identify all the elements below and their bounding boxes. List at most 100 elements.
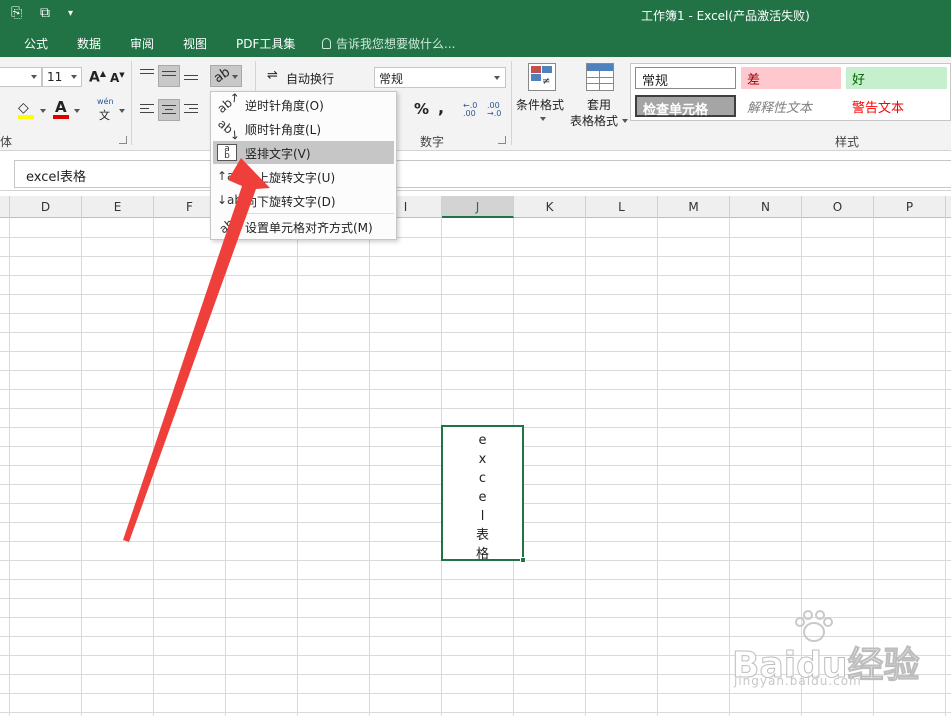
column-header-o[interactable]: O bbox=[802, 196, 874, 218]
align-bottom-icon[interactable] bbox=[184, 75, 198, 87]
grid-row-line bbox=[0, 275, 951, 276]
align-left-icon[interactable] bbox=[140, 104, 154, 116]
conditional-format-label[interactable]: 条件格式 bbox=[516, 96, 564, 113]
format-as-table-label-2[interactable]: 表格格式 bbox=[570, 112, 618, 129]
align-right-icon[interactable] bbox=[184, 104, 198, 116]
tell-me-placeholder: 告诉我您想要做什么... bbox=[336, 37, 456, 51]
column-header-d[interactable]: D bbox=[10, 196, 82, 218]
tab-review[interactable]: 审阅 bbox=[130, 35, 154, 52]
phonetic-guide-char: 文 bbox=[99, 109, 110, 122]
column-header-j[interactable]: J bbox=[442, 196, 514, 218]
menu-separator bbox=[241, 213, 394, 214]
format-as-table-icon[interactable] bbox=[586, 63, 614, 91]
style-explanatory[interactable]: 解释性文本 bbox=[741, 95, 841, 117]
number-format-select[interactable]: 常规 bbox=[374, 67, 506, 88]
align-center-icon[interactable] bbox=[158, 99, 180, 121]
vertical-char: 格 bbox=[475, 547, 489, 562]
conditional-format-icon[interactable]: ≠ bbox=[528, 63, 556, 91]
font-name-select[interactable] bbox=[0, 67, 42, 87]
rotate-up-icon: ↑ab bbox=[217, 169, 243, 183]
decrease-decimal-icon[interactable]: .00 →.0 bbox=[487, 102, 507, 118]
lightbulb-icon bbox=[322, 38, 331, 49]
grid-column-line bbox=[9, 218, 10, 716]
watermark-url: jingyan.baidu.com bbox=[734, 674, 862, 688]
menu-item-rotate-cw[interactable]: ab↘ 顺时针角度(L) bbox=[213, 116, 394, 143]
font-group-label: 体 bbox=[0, 135, 13, 149]
font-color-dropdown-icon[interactable] bbox=[72, 104, 80, 118]
tab-pdf-tools[interactable]: PDF工具集 bbox=[236, 35, 295, 52]
tab-formulas[interactable]: 公式 bbox=[24, 35, 48, 52]
comma-style-button[interactable]: , bbox=[438, 98, 444, 117]
grid-column-line bbox=[297, 218, 298, 716]
number-dialog-launcher-icon[interactable] bbox=[498, 136, 506, 144]
column-header-k[interactable]: K bbox=[514, 196, 586, 218]
style-good[interactable]: 好 bbox=[846, 67, 947, 89]
grow-font-icon[interactable]: A▲ bbox=[89, 69, 106, 86]
grid-column-line bbox=[153, 218, 154, 716]
rotate-ccw-icon: ab↗ bbox=[214, 89, 243, 116]
column-header-l[interactable]: L bbox=[586, 196, 658, 218]
grid-column-line bbox=[585, 218, 586, 716]
font-size-select[interactable]: 11 bbox=[42, 67, 82, 87]
format-alignment-icon: ab bbox=[216, 215, 237, 237]
title-bar: ⎘ ⧉ ▾ 工作簿1 - Excel(产品激活失败) bbox=[0, 0, 951, 29]
vertical-char: e bbox=[478, 490, 487, 505]
copy-icon[interactable]: ⎘ bbox=[11, 5, 22, 21]
format-as-table-label-1[interactable]: 套用 bbox=[587, 96, 611, 113]
ribbon: 11 A▲ A▼ ◇ A wén 文 体 ab ⇌ 自动换行 常规 % , ←.… bbox=[0, 57, 951, 151]
column-header-m[interactable]: M bbox=[658, 196, 730, 218]
column-header-e[interactable]: E bbox=[82, 196, 154, 218]
menu-item-rotate-ccw[interactable]: ab↗ 逆时针角度(O) bbox=[213, 89, 394, 116]
style-normal[interactable]: 常规 bbox=[635, 67, 736, 89]
ribbon-tabs: 公式 数据 审阅 视图 PDF工具集 告诉我您想要做什么... bbox=[0, 29, 951, 57]
column-header-p[interactable]: P bbox=[874, 196, 946, 218]
format-as-table-dropdown-icon[interactable] bbox=[620, 114, 628, 128]
grid-column-line bbox=[729, 218, 730, 716]
menu-item-rotate-down[interactable]: ↓ab 向下旋转文字(D) bbox=[213, 189, 394, 212]
orientation-menu: ab↗ 逆时针角度(O) ab↘ 顺时针角度(L) ab 竖排文字(V) ↑ab… bbox=[210, 89, 397, 240]
grid-row-line bbox=[0, 313, 951, 314]
customize-quick-access-icon[interactable]: ▾ bbox=[68, 8, 73, 19]
menu-item-vertical-text[interactable]: ab 竖排文字(V) bbox=[213, 141, 394, 164]
grid-row-line bbox=[0, 579, 951, 580]
font-dialog-launcher-icon[interactable] bbox=[119, 136, 127, 144]
percent-style-button[interactable]: % bbox=[414, 100, 429, 118]
fill-color-dropdown-icon[interactable] bbox=[38, 104, 46, 118]
fill-handle[interactable] bbox=[520, 557, 526, 563]
tab-data[interactable]: 数据 bbox=[77, 35, 101, 52]
formula-input[interactable]: excel表格 bbox=[14, 160, 951, 188]
vertical-char: c bbox=[478, 471, 487, 486]
font-color-icon[interactable]: A bbox=[55, 98, 67, 116]
wrap-text-icon[interactable]: ⇌ bbox=[267, 68, 278, 83]
align-top-icon[interactable] bbox=[140, 69, 154, 81]
wrap-text-label[interactable]: 自动换行 bbox=[286, 70, 334, 87]
new-document-icon[interactable]: ⧉ bbox=[40, 5, 50, 21]
style-bad[interactable]: 差 bbox=[741, 67, 841, 89]
column-header-n[interactable]: N bbox=[730, 196, 802, 218]
shrink-font-icon[interactable]: A▼ bbox=[110, 71, 125, 85]
styles-group-label: 样式 bbox=[835, 135, 860, 149]
align-middle-icon[interactable] bbox=[158, 65, 180, 87]
tab-view[interactable]: 视图 bbox=[183, 35, 207, 52]
column-headers: DEFGHIJKLMNOP bbox=[0, 196, 951, 218]
fill-color-icon[interactable]: ◇ bbox=[18, 100, 29, 116]
menu-item-format-alignment[interactable]: ab 设置单元格对齐方式(M) bbox=[213, 215, 394, 238]
vertical-char: x bbox=[478, 452, 487, 467]
style-check-cell[interactable]: 检查单元格 bbox=[635, 95, 736, 118]
phonetic-dropdown-icon[interactable] bbox=[117, 104, 125, 118]
conditional-format-dropdown-icon[interactable] bbox=[538, 112, 546, 126]
grid-column-line bbox=[657, 218, 658, 716]
grid-column-line bbox=[225, 218, 226, 716]
style-warning[interactable]: 警告文本 bbox=[846, 95, 947, 117]
tell-me-box[interactable]: 告诉我您想要做什么... bbox=[322, 35, 455, 52]
orientation-icon: ab bbox=[211, 64, 234, 87]
column-header-partial[interactable] bbox=[0, 196, 10, 218]
vertical-char: l bbox=[480, 509, 485, 524]
active-cell-j[interactable]: excel表格 bbox=[441, 425, 524, 562]
menu-item-rotate-up[interactable]: ↑ab 向上旋转文字(U) bbox=[213, 165, 394, 188]
grid-row-line bbox=[0, 294, 951, 295]
increase-decimal-icon[interactable]: ←.0 .00 bbox=[463, 102, 483, 118]
phonetic-guide-icon[interactable]: wén bbox=[97, 97, 114, 106]
formula-bar: excel表格 bbox=[0, 157, 951, 191]
orientation-button[interactable]: ab bbox=[210, 65, 242, 87]
